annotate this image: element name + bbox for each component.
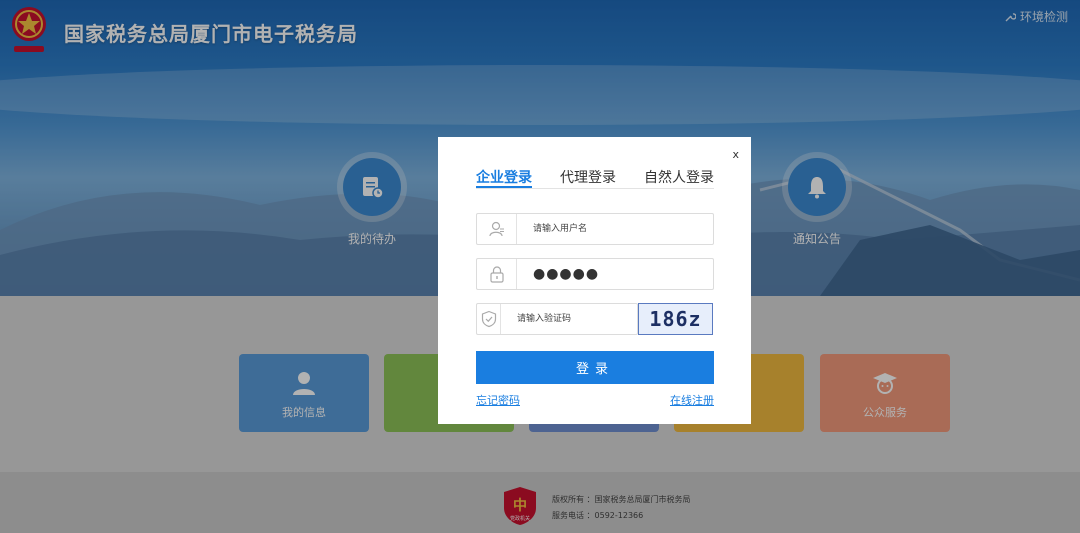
- tab-individual-login[interactable]: 自然人登录: [644, 167, 714, 188]
- username-icon-wrap: [477, 214, 517, 244]
- captcha-image[interactable]: 186z: [638, 303, 713, 335]
- password-field: [476, 258, 714, 290]
- forgot-password-link[interactable]: 忘记密码: [476, 392, 520, 408]
- captcha-text: 186z: [649, 307, 702, 331]
- login-tabs: 企业登录 代理登录 自然人登录: [476, 167, 714, 189]
- login-dialog: x 企业登录 代理登录 自然人登录 请输入用户名 ●●●●● 请输入验证码 18…: [438, 137, 751, 424]
- shield-check-icon: [481, 310, 496, 328]
- tab-agent-login[interactable]: 代理登录: [560, 167, 616, 188]
- register-link[interactable]: 在线注册: [670, 392, 714, 408]
- password-icon-wrap: [477, 259, 517, 289]
- user-icon: [488, 221, 504, 237]
- username-input[interactable]: [517, 215, 697, 243]
- captcha-icon-wrap: [477, 304, 501, 334]
- username-field: [476, 213, 714, 245]
- login-button[interactable]: 登录: [476, 351, 714, 384]
- password-input[interactable]: [517, 260, 697, 288]
- tab-enterprise-login[interactable]: 企业登录: [476, 167, 532, 188]
- captcha-field: [476, 303, 638, 335]
- captcha-input[interactable]: [501, 305, 637, 333]
- close-button[interactable]: x: [732, 148, 739, 161]
- lock-icon: [489, 266, 504, 283]
